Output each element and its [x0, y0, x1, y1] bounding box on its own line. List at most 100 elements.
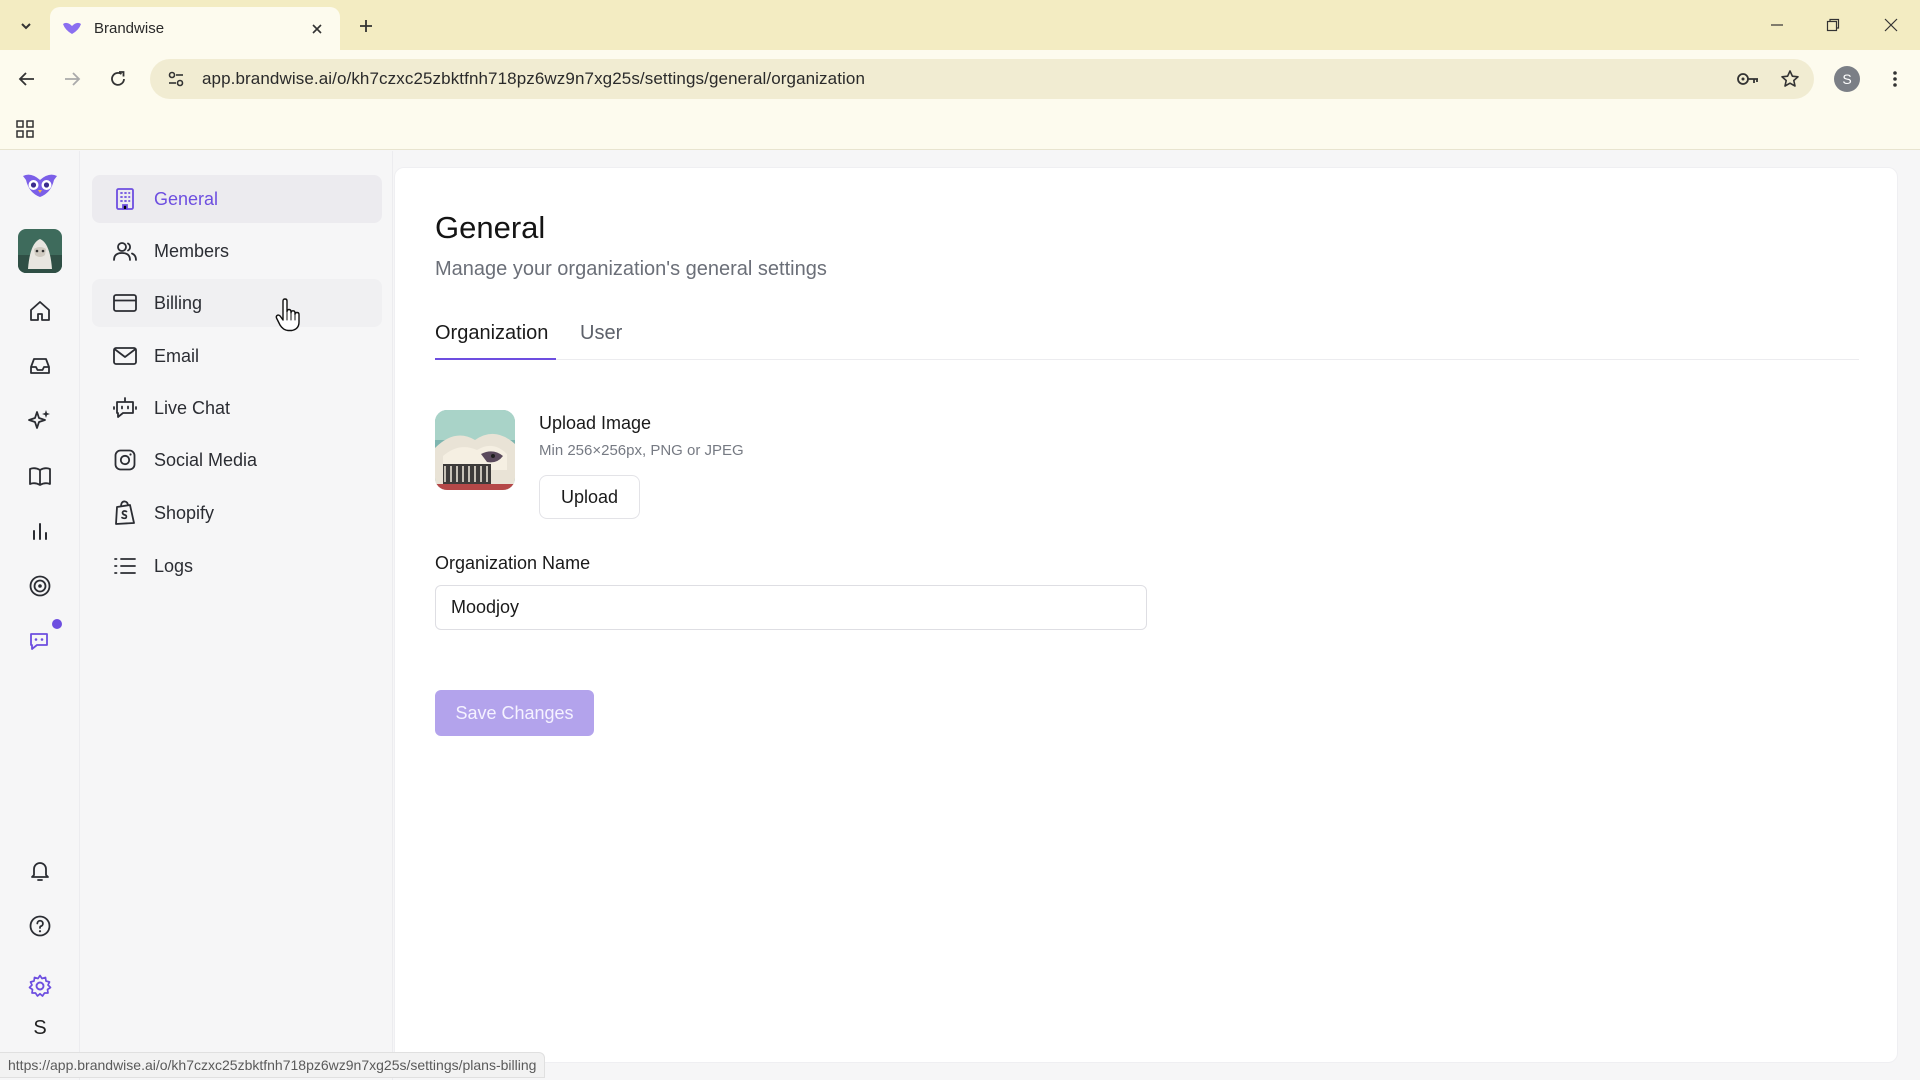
site-info-button[interactable] — [156, 59, 196, 99]
settings-nav-label: Email — [154, 345, 200, 366]
settings-nav-shopify[interactable]: Shopify — [92, 489, 382, 537]
organization-name-label: Organization Name — [435, 553, 591, 573]
workspace-avatar[interactable] — [18, 229, 62, 273]
settings-nav-label: Shopify — [154, 502, 215, 523]
rail-goals[interactable] — [20, 566, 60, 606]
browser-menu-button[interactable] — [1880, 64, 1910, 94]
app-icon-rail: S — [0, 151, 80, 1080]
rail-knowledge[interactable] — [20, 456, 60, 496]
instagram-icon — [112, 447, 138, 473]
settings-nav-live-chat[interactable]: Live Chat — [92, 384, 382, 432]
page-title: General — [435, 210, 546, 245]
settings-nav-logs[interactable]: Logs — [92, 542, 382, 590]
owl-logo-icon — [23, 174, 57, 197]
upload-image-hint: Min 256×256px, PNG or JPEG — [539, 442, 744, 459]
new-tab-button[interactable] — [352, 12, 380, 40]
shopify-icon — [112, 500, 138, 526]
help-icon — [29, 915, 51, 937]
reload-button[interactable] — [103, 64, 133, 94]
save-changes-button[interactable]: Save Changes — [435, 690, 594, 736]
bell-icon — [31, 862, 49, 881]
bot-icon — [112, 395, 138, 421]
rail-inbox[interactable] — [20, 346, 60, 386]
rail-help[interactable] — [20, 906, 60, 946]
chat-bot-icon — [30, 633, 48, 650]
home-icon — [30, 301, 50, 321]
bar-chart-icon — [33, 523, 47, 540]
rail-analytics[interactable] — [20, 511, 60, 551]
close-icon — [1884, 18, 1898, 32]
settings-nav-label: Social Media — [154, 449, 258, 470]
organization-name-input[interactable] — [435, 585, 1147, 630]
credit-card-icon — [112, 290, 138, 316]
forward-button[interactable] — [57, 64, 87, 94]
brandwise-favicon-icon — [63, 22, 81, 34]
upload-image-title: Upload Image — [539, 413, 652, 433]
settings-nav-billing[interactable]: Billing — [92, 279, 382, 327]
settings-nav-label: Live Chat — [154, 397, 231, 418]
settings-nav-email[interactable]: Email — [92, 332, 382, 380]
restore-button[interactable] — [1818, 10, 1848, 40]
list-icon — [112, 553, 138, 579]
settings-nav-members[interactable]: Members — [92, 227, 382, 275]
settings-tabs: Organization User — [435, 318, 1859, 360]
upload-button[interactable]: Upload — [539, 475, 640, 519]
browser-status-url: https://app.brandwise.ai/o/kh7czxc25zbkt… — [0, 1052, 546, 1078]
target-icon — [29, 575, 51, 597]
tab-title: Brandwise — [94, 20, 165, 37]
browser-profile-avatar[interactable]: S — [1834, 66, 1860, 92]
rail-ai[interactable] — [20, 401, 60, 441]
close-icon — [312, 23, 322, 34]
minimize-icon — [1771, 24, 1783, 26]
restore-icon — [1826, 18, 1840, 32]
address-bar[interactable]: app.brandwise.ai/o/kh7czxc25zbktfnh718pz… — [150, 59, 1814, 99]
browser-toolbar: app.brandwise.ai/o/kh7czxc25zbktfnh718pz… — [0, 50, 1920, 108]
workspace-image-icon — [18, 229, 62, 273]
settings-nav-label: Billing — [154, 292, 203, 313]
back-button[interactable] — [12, 64, 42, 94]
key-icon — [1737, 73, 1758, 85]
rail-home[interactable] — [20, 291, 60, 331]
url-text[interactable]: app.brandwise.ai/o/kh7czxc25zbktfnh718pz… — [202, 69, 1730, 89]
rail-settings[interactable] — [20, 966, 60, 1006]
browser-tab[interactable]: Brandwise — [50, 7, 340, 50]
apps-grid-icon — [16, 120, 34, 138]
organization-logo-image-icon — [435, 410, 515, 490]
browser-tabstrip: Brandwise — [0, 0, 1920, 50]
settings-nav-label: Logs — [154, 555, 194, 576]
mail-icon — [112, 343, 138, 369]
tab-close-button[interactable] — [306, 18, 328, 40]
plus-icon — [360, 20, 372, 32]
star-icon — [1781, 70, 1799, 87]
kebab-menu-icon — [1893, 71, 1897, 87]
settings-nav: General Members Billing Email Live Chat … — [80, 151, 393, 1080]
bookmarks-bar — [0, 108, 1920, 150]
users-icon — [112, 238, 138, 264]
building-icon — [112, 186, 138, 212]
reload-icon — [111, 71, 125, 86]
settings-nav-social-media[interactable]: Social Media — [92, 436, 382, 484]
arrow-right-icon — [65, 72, 81, 86]
organization-image-preview — [435, 410, 515, 490]
tab-organization[interactable]: Organization — [435, 318, 556, 360]
tab-user[interactable]: User — [580, 318, 622, 360]
bookmark-star-button[interactable] — [1772, 61, 1808, 97]
rail-notifications[interactable] — [20, 851, 60, 891]
minimize-button[interactable] — [1762, 10, 1792, 40]
tune-icon — [168, 71, 184, 87]
hand-pointer-cursor-icon — [275, 298, 300, 332]
window-close-button[interactable] — [1876, 10, 1906, 40]
book-icon — [29, 467, 51, 486]
sparkles-icon — [28, 410, 50, 429]
arrow-left-icon — [18, 72, 34, 86]
password-key-button[interactable] — [1730, 61, 1766, 97]
user-avatar[interactable]: S — [20, 1008, 60, 1048]
settings-nav-general[interactable]: General — [92, 175, 382, 223]
tab-search-button[interactable] — [12, 12, 40, 40]
brandwise-logo[interactable] — [20, 166, 60, 206]
page-subtitle: Manage your organization's general setti… — [435, 258, 827, 280]
gear-icon — [28, 974, 52, 997]
apps-button[interactable] — [12, 116, 38, 142]
settings-nav-label: General — [154, 188, 219, 209]
chevron-down-icon — [21, 23, 31, 30]
